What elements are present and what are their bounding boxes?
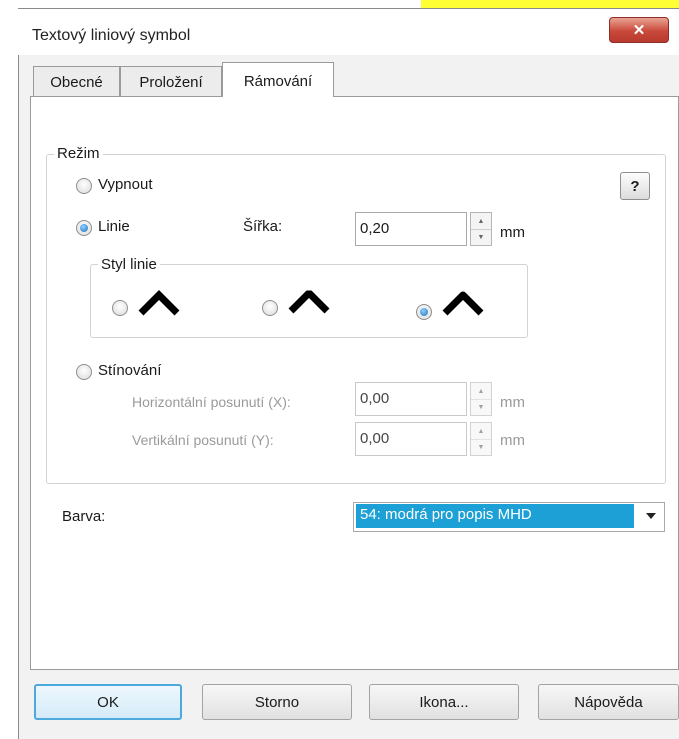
chevron-up-round-icon (442, 291, 484, 316)
spin-down-icon[interactable]: ▼ (471, 229, 491, 245)
width-label: Šířka: (243, 218, 283, 235)
tab-fill[interactable]: Proložení (120, 66, 222, 96)
vertical-offset-spinner[interactable]: ▲ ▼ (470, 422, 492, 456)
radio-shading-label: Stínování (98, 362, 162, 379)
color-label: Barva: (62, 508, 106, 525)
vertical-offset-label: Vertikální posunutí (Y): (132, 432, 274, 448)
spin-down-icon[interactable]: ▼ (471, 399, 491, 415)
spin-up-icon[interactable]: ▲ (471, 423, 491, 440)
close-button[interactable]: ✕ (609, 17, 669, 43)
help-button[interactable]: ? (620, 172, 650, 200)
chevron-up-bevel-icon (288, 290, 330, 314)
width-unit: mm (500, 224, 525, 241)
style-radio-3[interactable] (416, 304, 432, 320)
chevron-down-icon[interactable] (646, 513, 656, 519)
spin-down-icon[interactable]: ▼ (471, 439, 491, 455)
vertical-offset-field[interactable]: 0,00 (355, 422, 467, 456)
color-select-value: 54: modrá pro popis MHD (356, 504, 634, 528)
radio-line[interactable] (76, 220, 92, 236)
style-radio-2[interactable] (262, 300, 278, 316)
radio-off[interactable] (76, 178, 92, 194)
help-dialog-button[interactable]: Nápověda (538, 684, 679, 720)
cancel-button[interactable]: Storno (202, 684, 352, 720)
ok-button[interactable]: OK (34, 684, 182, 720)
vertical-offset-unit: mm (500, 432, 525, 449)
horizontal-offset-label: Horizontální posunutí (X): (132, 394, 291, 410)
horizontal-offset-spinner[interactable]: ▲ ▼ (470, 382, 492, 416)
tab-framing[interactable]: Rámování (222, 62, 334, 97)
width-spinner[interactable]: ▲ ▼ (470, 212, 492, 246)
radio-off-label: Vypnout (98, 176, 153, 193)
icon-button[interactable]: Ikona... (369, 684, 519, 720)
tab-general[interactable]: Obecné (33, 66, 120, 96)
radio-shading[interactable] (76, 364, 92, 380)
mode-group-label: Režim (54, 145, 103, 162)
line-style-group-label: Styl linie (98, 256, 160, 273)
horizontal-offset-field[interactable]: 0,00 (355, 382, 467, 416)
window-title: Textový liniový symbol (32, 27, 191, 44)
close-icon: ✕ (632, 22, 646, 39)
style-radio-1[interactable] (112, 300, 128, 316)
horizontal-offset-unit: mm (500, 394, 525, 411)
spin-up-icon[interactable]: ▲ (471, 213, 491, 230)
chevron-up-miter-icon (138, 290, 180, 316)
radio-line-label: Linie (98, 218, 130, 235)
width-field[interactable]: 0,20 (355, 212, 467, 246)
spin-up-icon[interactable]: ▲ (471, 383, 491, 400)
